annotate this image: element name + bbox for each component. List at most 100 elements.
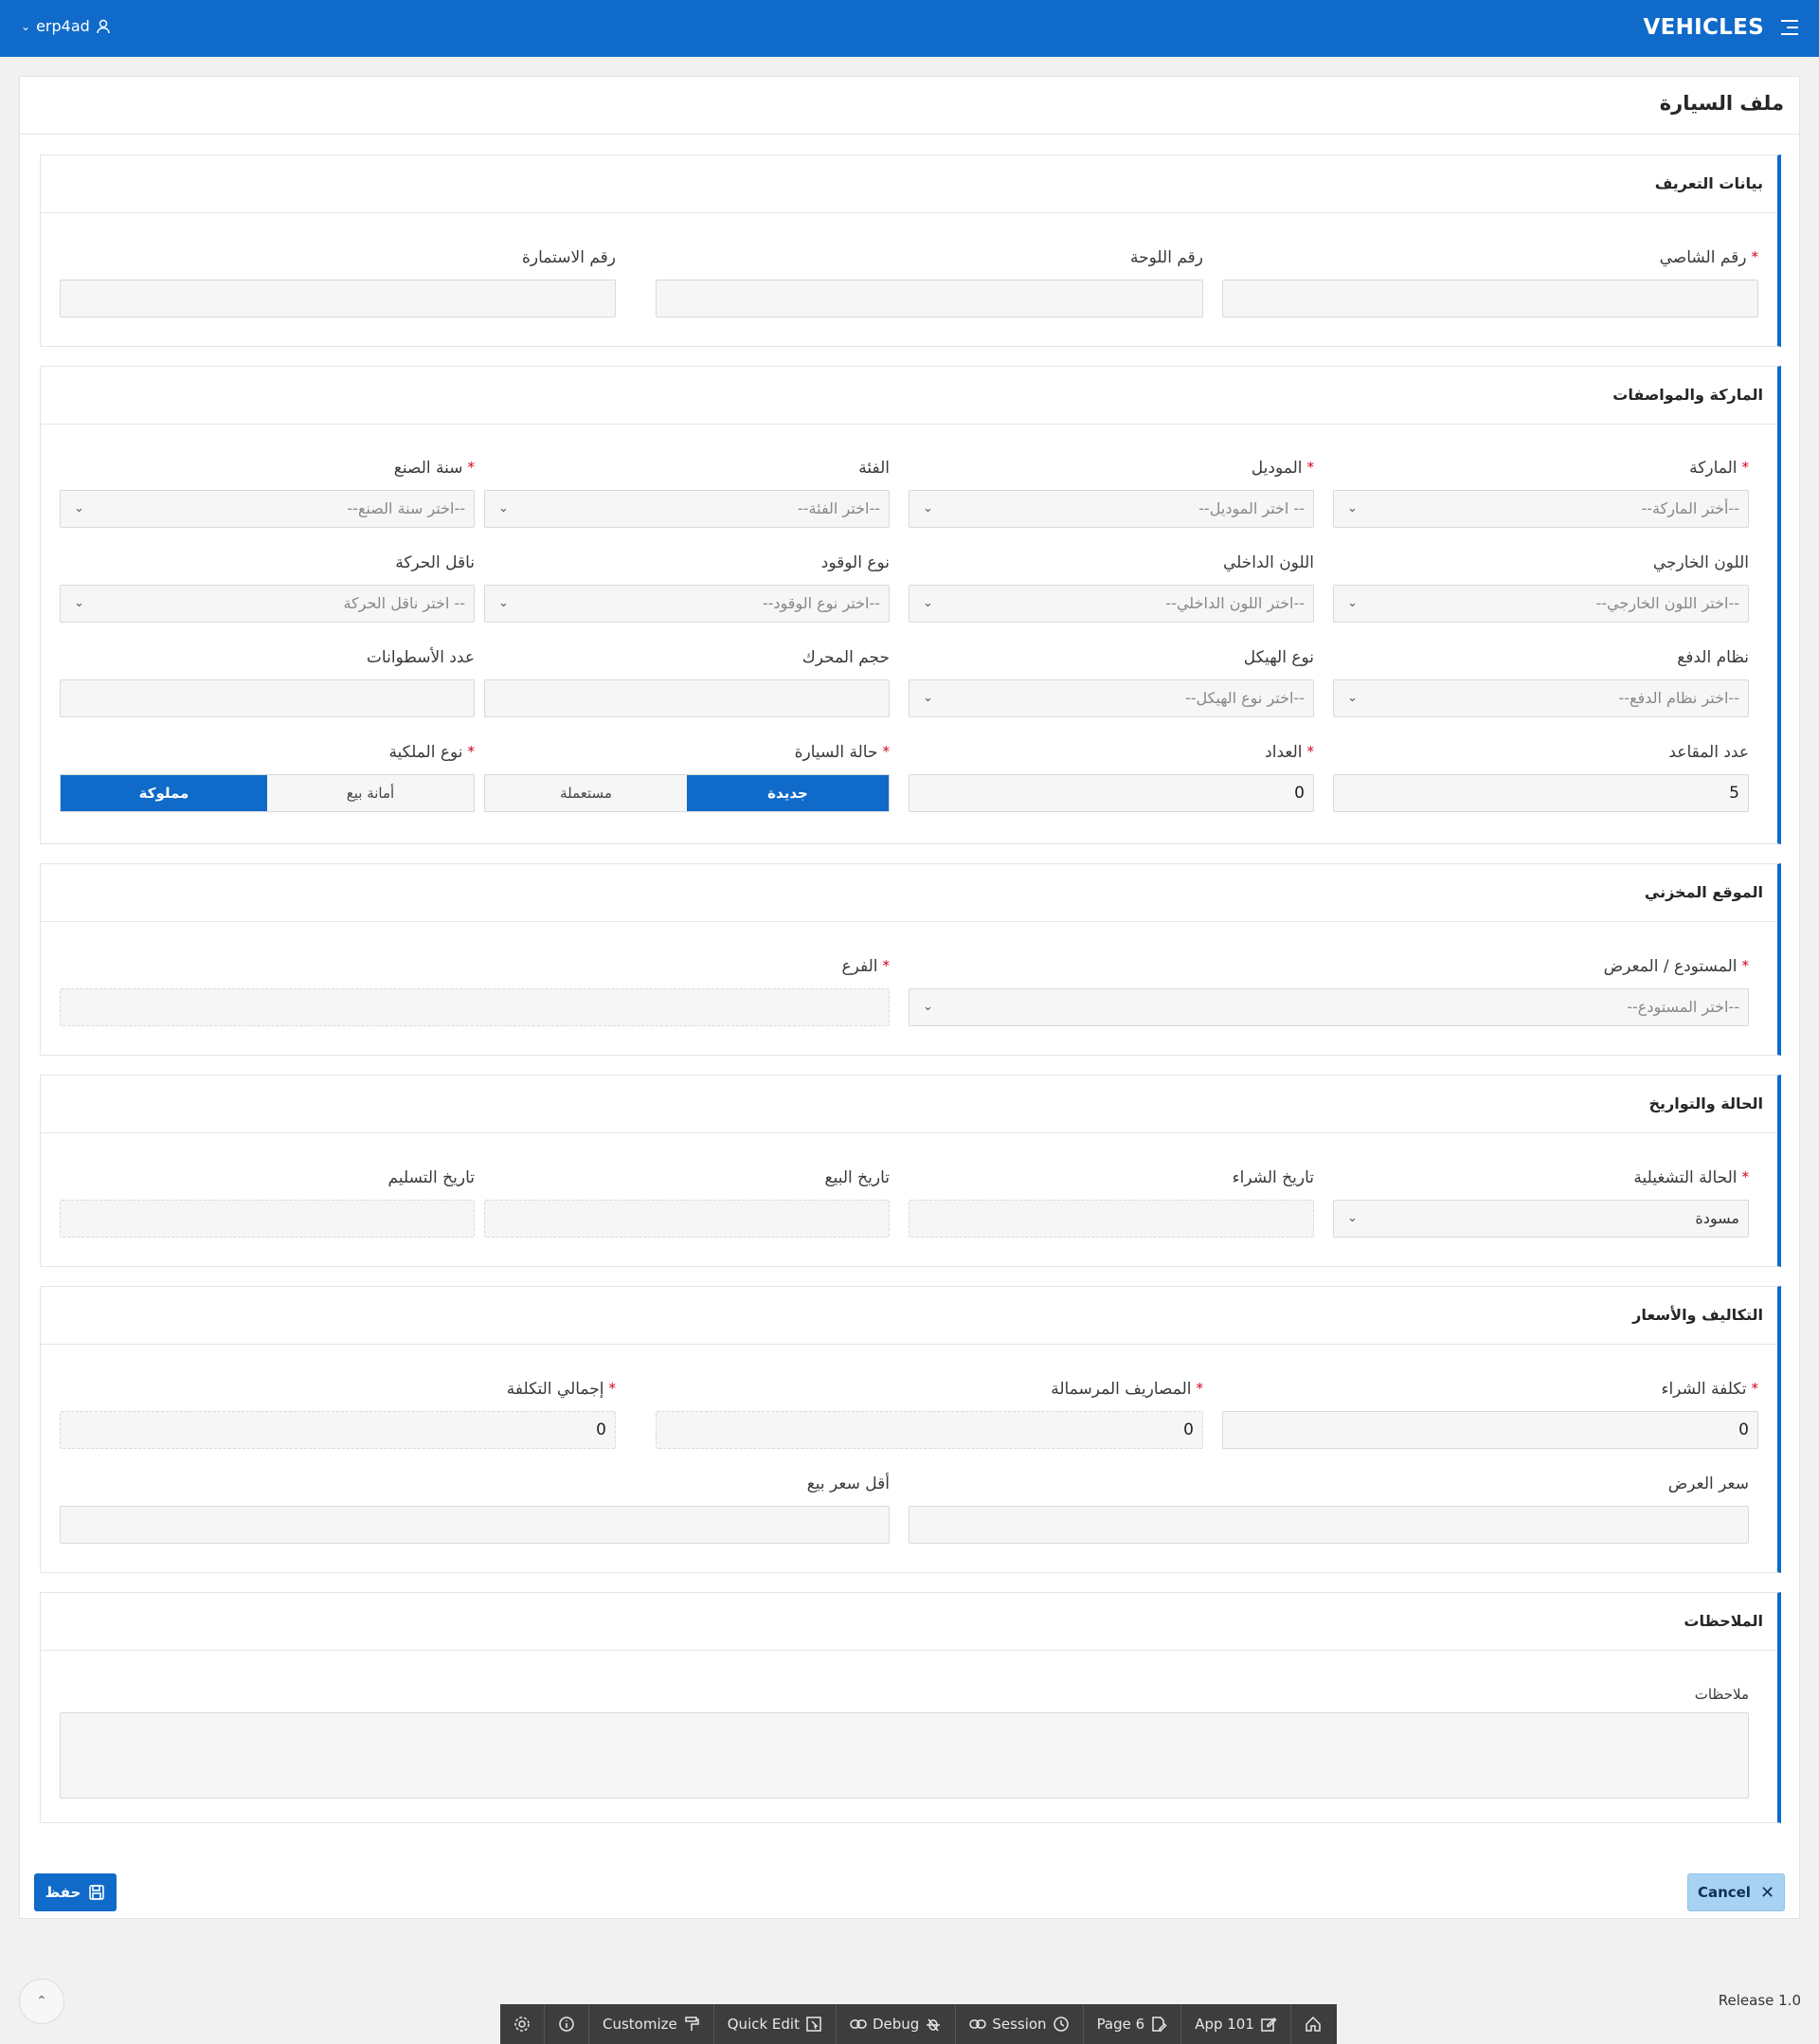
ownership-consign-option[interactable]: أمانة بيع — [267, 775, 474, 811]
chevron-down-icon: ⌄ — [923, 1000, 933, 1014]
ownership-owned-option[interactable]: مملوكة — [61, 775, 267, 811]
cylinders-input[interactable] — [60, 679, 475, 717]
delivery-date-label: تاريخ التسليم — [387, 1168, 476, 1187]
debug-label: Debug — [872, 2016, 920, 2033]
min-price-label: أقل سعر بيع — [806, 1474, 890, 1493]
plate-input[interactable] — [656, 280, 1203, 317]
year-select[interactable]: --اختر سنة الصنع-- ⌄ — [60, 490, 475, 528]
category-label: الفئة — [858, 459, 890, 478]
odometer-input[interactable]: 0 — [909, 774, 1314, 812]
save-label: حفظ — [45, 1884, 81, 1901]
home-button[interactable] — [1291, 2004, 1335, 2044]
customize-label: Customize — [603, 2016, 677, 2033]
seats-input[interactable]: 5 — [1333, 774, 1749, 812]
brand-select[interactable]: --أختر الماركة-- ⌄ — [1333, 490, 1749, 528]
notes-textarea[interactable] — [60, 1712, 1749, 1799]
drive-system-field: نظام الدفع --اختر نظام الدفع-- ⌄ — [1333, 648, 1749, 724]
menu-icon[interactable] — [1779, 18, 1800, 37]
status-title: الحالة والتواريخ — [1648, 1094, 1763, 1112]
chevron-down-icon: ⌄ — [21, 19, 31, 33]
offer-price-input[interactable] — [909, 1506, 1749, 1544]
drive-system-label: نظام الدفع — [1677, 648, 1749, 667]
settings-button[interactable] — [500, 2004, 545, 2044]
chevron-down-icon: ⌄ — [923, 501, 933, 516]
body-type-select[interactable]: --اختر نوع الهيكل-- ⌄ — [909, 679, 1314, 717]
form-number-input[interactable] — [60, 280, 616, 317]
condition-new-option[interactable]: جديدة — [687, 775, 889, 811]
edit-page-icon — [1152, 2017, 1167, 2032]
interior-color-select[interactable]: --اختر اللون الداخلي-- ⌄ — [909, 585, 1314, 623]
model-label: الموديل — [1251, 459, 1303, 478]
fuel-select[interactable]: --اختر نوع الوقود-- ⌄ — [484, 585, 890, 623]
developer-toolbar: Customize Quick Edit Debug Session Page … — [500, 2004, 1337, 2044]
session-button[interactable]: Session — [956, 2004, 1084, 2044]
save-button[interactable]: حفظ — [34, 1873, 117, 1911]
sale-date-field: تاريخ البيع — [484, 1168, 890, 1244]
condition-field: *حالة السيارة مستعملة جديدة — [484, 743, 890, 819]
cylinders-label: عدد الأسطوانات — [366, 648, 475, 667]
delivery-date-input[interactable] — [60, 1200, 475, 1238]
branch-input[interactable] — [60, 988, 890, 1026]
branch-field: *الفرع — [60, 957, 890, 1033]
vehicle-form-page: ملف السيارة بيانات التعريف *رقم الشاصي ر… — [19, 76, 1800, 1919]
brand-label: الماركة — [1689, 459, 1738, 478]
notes-title: الملاحظات — [1684, 1612, 1763, 1630]
app-info-button[interactable]: App 101 — [1181, 2004, 1291, 2044]
scroll-top-button[interactable]: ⌃ — [19, 1979, 64, 2024]
quick-edit-label: Quick Edit — [727, 2016, 800, 2033]
seats-field: عدد المقاعد 5 — [1333, 743, 1749, 819]
debug-button[interactable]: Debug — [837, 2004, 957, 2044]
warehouse-label: المستودع / المعرض — [1603, 957, 1738, 976]
close-icon: ✕ — [1759, 1882, 1775, 1903]
chassis-field: *رقم الشاصي — [1222, 248, 1758, 324]
warehouse-select[interactable]: --اختر المستودع-- ⌄ — [909, 988, 1749, 1026]
engine-size-input[interactable] — [484, 679, 890, 717]
quick-edit-icon — [806, 2017, 821, 2032]
chevron-down-icon: ⌄ — [498, 596, 509, 610]
operational-status-label: الحالة التشغيلية — [1633, 1168, 1738, 1187]
identity-region: بيانات التعريف *رقم الشاصي رقم اللوحة رق… — [40, 154, 1781, 347]
model-select[interactable]: -- اختر الموديل-- ⌄ — [909, 490, 1314, 528]
app-title[interactable]: VEHICLES — [1643, 15, 1764, 40]
min-price-input[interactable] — [60, 1506, 890, 1544]
chevron-down-icon: ⌄ — [923, 691, 933, 705]
specs-region: الماركة والمواصفات *الماركة --أختر المار… — [40, 366, 1781, 844]
condition-used-option[interactable]: مستعملة — [485, 775, 687, 811]
odometer-label: العداد — [1265, 743, 1303, 762]
customize-button[interactable]: Customize — [589, 2004, 714, 2044]
total-cost-input[interactable]: 0 — [60, 1411, 616, 1449]
delivery-date-field: تاريخ التسليم — [60, 1168, 475, 1244]
purchase-cost-input[interactable]: 0 — [1222, 1411, 1758, 1449]
purchase-cost-field: *تكلفة الشراء 0 — [1222, 1380, 1758, 1456]
user-menu[interactable]: ⌄ erp4ad — [21, 17, 111, 35]
page-info-button[interactable]: Page 6 — [1084, 2004, 1182, 2044]
exterior-color-select[interactable]: --اختر اللون الخارجي-- ⌄ — [1333, 585, 1749, 623]
session-label: Session — [992, 2016, 1047, 2033]
chevron-down-icon: ⌄ — [923, 596, 933, 610]
body-type-field: نوع الهيكل --اختر نوع الهيكل-- ⌄ — [909, 648, 1314, 724]
capitalized-expenses-input[interactable]: 0 — [656, 1411, 1203, 1449]
purchase-date-input[interactable] — [909, 1200, 1314, 1238]
quick-edit-button[interactable]: Quick Edit — [714, 2004, 837, 2044]
operational-status-select[interactable]: مسودة ⌄ — [1333, 1200, 1749, 1238]
drive-system-select[interactable]: --اختر نظام الدفع-- ⌄ — [1333, 679, 1749, 717]
transmission-select[interactable]: -- اختر ناقل الحركة ⌄ — [60, 585, 475, 623]
app-label: App 101 — [1195, 2016, 1254, 2033]
category-select[interactable]: --اختر الفئة-- ⌄ — [484, 490, 890, 528]
edit-icon — [1261, 2017, 1277, 2032]
model-field: *الموديل -- اختر الموديل-- ⌄ — [909, 459, 1314, 534]
page-header: ملف السيارة — [20, 77, 1799, 135]
bug-icon — [927, 2018, 941, 2032]
cancel-button[interactable]: Cancel ✕ — [1687, 1873, 1785, 1911]
specs-title: الماركة والمواصفات — [1612, 386, 1763, 404]
chassis-input[interactable] — [1222, 280, 1758, 317]
total-cost-field: *إجمالي التكلفة 0 — [60, 1380, 616, 1456]
info-button[interactable] — [545, 2004, 589, 2044]
username: erp4ad — [36, 17, 90, 35]
chevron-down-icon: ⌄ — [74, 501, 84, 516]
save-icon — [89, 1885, 105, 1900]
form-number-field: رقم الاستمارة — [60, 248, 616, 324]
plate-field: رقم اللوحة — [656, 248, 1203, 324]
sale-date-input[interactable] — [484, 1200, 890, 1238]
seats-label: عدد المقاعد — [1668, 743, 1749, 762]
